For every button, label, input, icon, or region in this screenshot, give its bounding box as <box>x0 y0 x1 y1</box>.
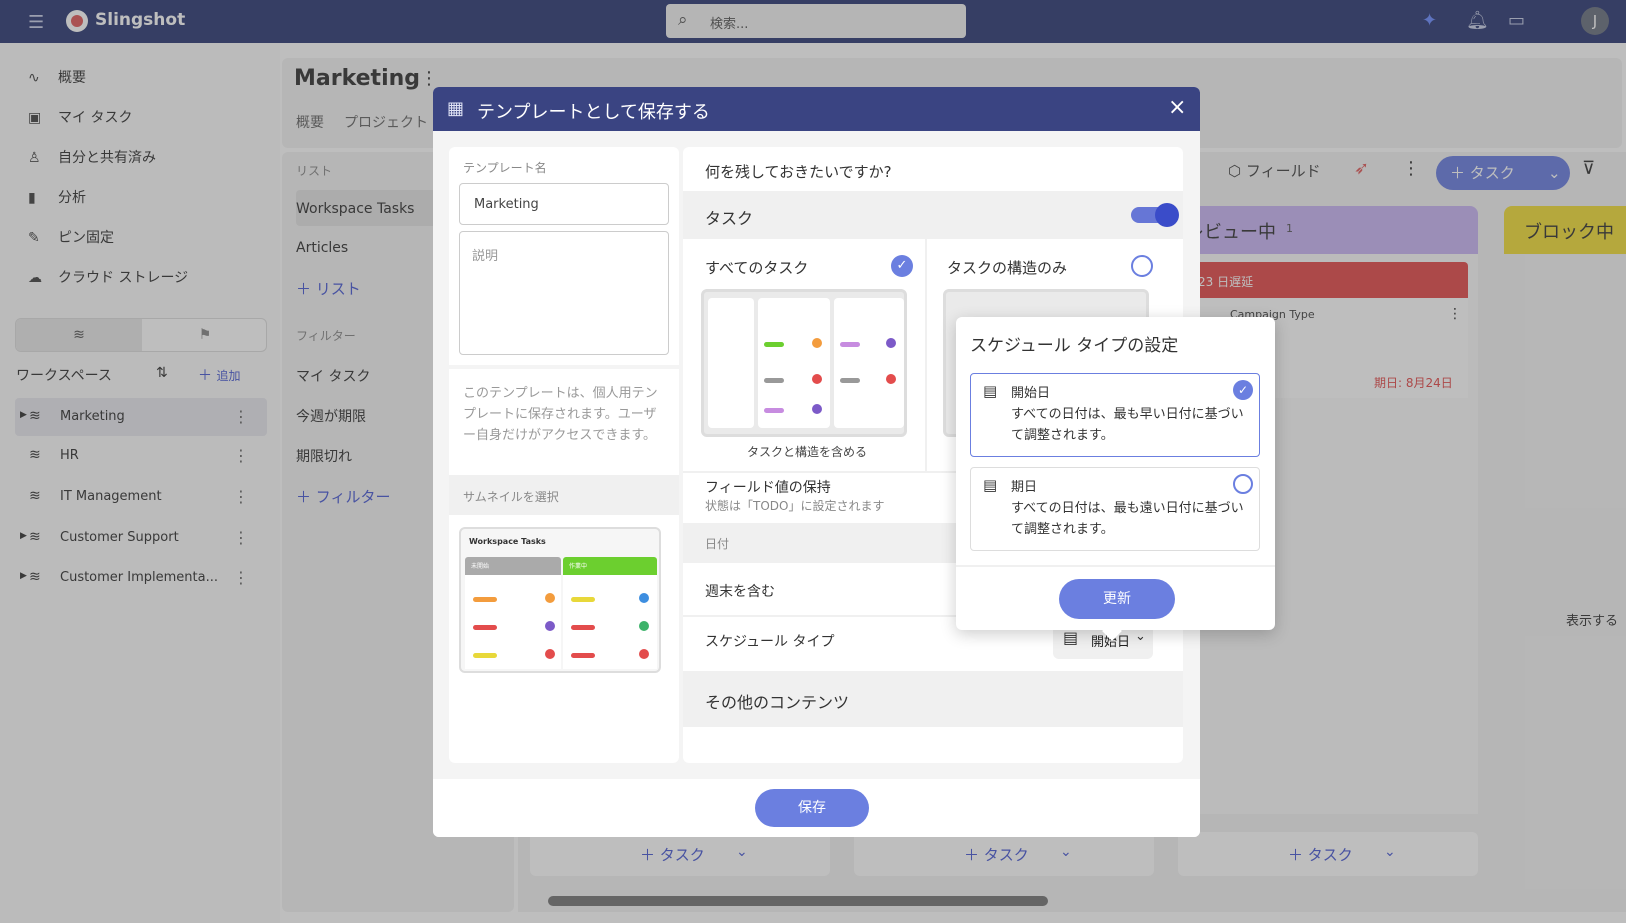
thumb-pill <box>473 653 497 658</box>
thumb-pill <box>571 653 595 658</box>
tasks-label: タスク <box>705 209 754 228</box>
template-name-input[interactable]: Marketing <box>459 183 669 225</box>
thumbnail-section: サムネイルを選択 <box>449 475 679 515</box>
thumb-pill <box>473 597 497 602</box>
thumb-pill <box>473 625 497 630</box>
thumb-col-body <box>465 575 561 669</box>
schedule-type-label: スケジュール タイプ <box>705 634 835 650</box>
structure-only-radio[interactable] <box>1131 255 1153 277</box>
preview-avatar <box>812 338 822 348</box>
preview-avatar <box>886 338 896 348</box>
preview-avatar <box>812 404 822 414</box>
thumb-pill <box>571 597 595 602</box>
option-radio <box>1233 474 1253 494</box>
structure-only-label: タスクの構造のみ <box>947 259 1068 277</box>
keep-fields-sub: 状態は「TODO」に設定されます <box>705 499 885 513</box>
other-content-label: その他のコンテンツ <box>705 693 850 712</box>
divider <box>925 239 927 471</box>
update-button[interactable]: 更新 <box>1059 579 1175 619</box>
all-tasks-selected-check-icon[interactable]: ✓ <box>891 255 913 277</box>
save-button[interactable]: 保存 <box>755 789 869 827</box>
other-content-row: その他のコンテンツ <box>683 671 1183 727</box>
all-tasks-caption: タスクと構造を含める <box>747 445 868 459</box>
calendar-icon: ▤ <box>1063 628 1079 647</box>
divider <box>449 365 679 369</box>
preview-pill <box>764 378 784 383</box>
close-icon[interactable]: × <box>1168 95 1186 120</box>
preview-pill <box>764 342 784 347</box>
keep-fields-label: フィールド値の保持 <box>705 480 831 496</box>
thumb-pill <box>571 625 595 630</box>
thumbnail-option[interactable]: Workspace Tasks 未開始 作業中 <box>459 527 661 673</box>
question-label: 何を残しておきたいですか? <box>705 163 892 181</box>
preview-pill <box>840 378 860 383</box>
description-input[interactable]: 説明 <box>459 231 669 355</box>
thumbnail-label: サムネイルを選択 <box>463 490 559 504</box>
include-weekends-label: 週末を含む <box>705 584 775 600</box>
due-date-option[interactable]: ▤ 期日 すべての日付は、最も遠い日付に基づいて調整されます。 <box>970 467 1260 551</box>
preview-col <box>708 298 754 428</box>
option-label: 開始日 <box>1011 386 1051 401</box>
thumb-avatar <box>545 593 555 603</box>
template-name-label: テンプレート名 <box>463 161 547 175</box>
calendar-start-icon: ▤ <box>983 382 998 400</box>
thumb-col-label: 作業中 <box>569 563 588 570</box>
option-desc: すべての日付は、最も早い日付に基づいて調整されます。 <box>1011 407 1244 443</box>
dates-label: 日付 <box>705 537 730 551</box>
preview-col <box>758 298 830 428</box>
dialog-footer: 保存 <box>433 779 1200 837</box>
option-desc: すべての日付は、最も遠い日付に基づいて調整されます。 <box>1011 501 1244 537</box>
preview-col <box>834 298 904 428</box>
thumb-avatar <box>545 621 555 631</box>
template-info-panel: テンプレート名 Marketing 説明 このテンプレートは、個人用テンプレート… <box>449 147 679 763</box>
preview-avatar <box>886 374 896 384</box>
chevron-down-icon: ⌄ <box>1135 629 1146 644</box>
selected-check-icon: ✓ <box>1233 380 1253 400</box>
thumb-col-body <box>563 575 657 669</box>
thumb-avatar <box>639 621 649 631</box>
preview-avatar <box>812 374 822 384</box>
thumb-col-header: 未開始 <box>465 557 561 575</box>
start-date-option[interactable]: ▤ 開始日 すべての日付は、最も早い日付に基づいて調整されます。 ✓ <box>970 373 1260 457</box>
tasks-row: タスク <box>683 191 1183 239</box>
dialog-title: テンプレートとして保存する <box>477 102 710 123</box>
dialog-header: ▦ テンプレートとして保存する × <box>433 87 1200 131</box>
thumb-col-header: 作業中 <box>563 557 657 575</box>
preview-pill <box>764 408 784 413</box>
calendar-due-icon: ▤ <box>983 476 998 494</box>
thumb-avatar <box>639 649 649 659</box>
thumb-avatar <box>639 593 649 603</box>
schedule-type-popover: スケジュール タイプの設定 ▤ 開始日 すべての日付は、最も早い日付に基づいて調… <box>956 317 1275 630</box>
all-tasks-label: すべてのタスク <box>705 259 809 277</box>
thumb-title: Workspace Tasks <box>469 537 546 546</box>
divider <box>956 565 1275 567</box>
tasks-toggle[interactable] <box>1131 203 1179 227</box>
template-icon: ▦ <box>447 98 465 119</box>
template-info-text: このテンプレートは、個人用テンプレートに保存されます。ユーザー自身だけがアクセス… <box>463 386 658 443</box>
option-label: 期日 <box>1011 480 1038 495</box>
thumb-col-label: 未開始 <box>471 563 490 570</box>
preview-pill <box>840 342 860 347</box>
all-tasks-preview[interactable] <box>701 289 907 437</box>
popover-title: スケジュール タイプの設定 <box>970 336 1179 356</box>
thumb-avatar <box>545 649 555 659</box>
